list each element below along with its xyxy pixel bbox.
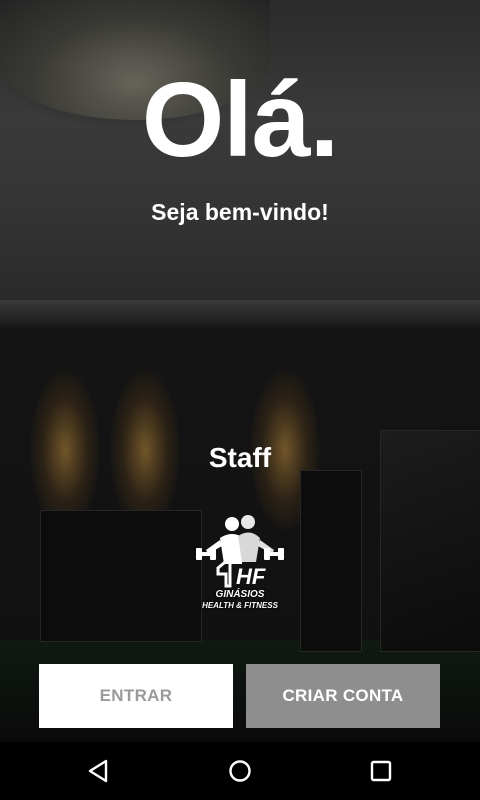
logo-line-1: GINÁSIOS	[215, 589, 265, 600]
welcome-screen: Olá. Seja bem-vindo! Staff HF GINÁSIOS H…	[0, 0, 480, 800]
gym-machine	[40, 510, 202, 642]
android-navigation-bar	[0, 742, 480, 800]
fitness-couple-icon: HF	[196, 515, 284, 589]
recents-icon[interactable]	[366, 756, 396, 786]
home-icon[interactable]	[225, 756, 255, 786]
staff-label: Staff	[208, 442, 272, 473]
logo-line-2: HEALTH & FITNESS	[202, 601, 278, 610]
login-button[interactable]: ENTRAR	[39, 664, 233, 728]
gym-machine	[300, 470, 362, 652]
greeting-subtitle: Seja bem-vindo!	[151, 199, 329, 225]
create-account-button[interactable]: CRIAR CONTA	[246, 664, 440, 728]
gym-logo: HF GINÁSIOS HEALTH & FITNESS	[190, 512, 290, 614]
svg-text:HF: HF	[236, 564, 266, 589]
greeting-title: Olá.	[141, 61, 339, 179]
back-icon[interactable]	[84, 756, 114, 786]
mezzanine-beam	[0, 300, 480, 326]
